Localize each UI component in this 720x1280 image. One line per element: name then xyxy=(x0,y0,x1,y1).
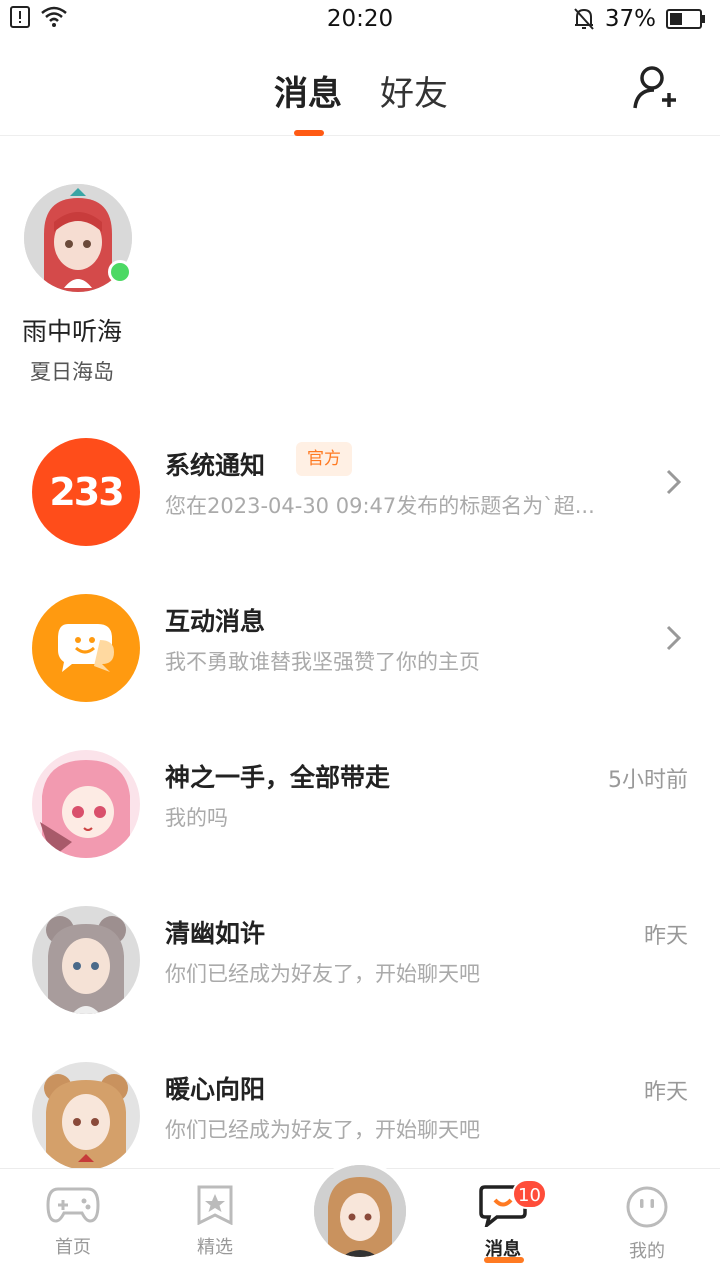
conversation-title: 神之一手，全部带走 xyxy=(165,763,391,792)
tab-friends[interactable]: 好友 xyxy=(380,66,448,115)
nav-home[interactable]: 首页 xyxy=(28,1185,118,1259)
conversation-title: 暖心向阳 xyxy=(165,1075,266,1104)
conversation-time: 昨天 xyxy=(643,924,688,949)
chevron-right-icon xyxy=(666,469,682,495)
chat-bubble-icon xyxy=(32,594,140,702)
nav-profile[interactable]: 我的 xyxy=(602,1185,692,1263)
status-right: 37% xyxy=(573,6,706,32)
battery-icon xyxy=(666,9,705,29)
face-icon xyxy=(626,1186,668,1228)
list-item-conversation[interactable]: 神之一手，全部带走 5小时前 我的吗 xyxy=(0,740,720,880)
tab-active-indicator xyxy=(294,130,324,136)
conversation-title: 互动消息 xyxy=(165,607,266,636)
conversation-time: 5小时前 xyxy=(608,768,688,793)
mute-icon xyxy=(574,8,594,30)
avatar xyxy=(32,1062,140,1170)
nav-profile-label: 我的 xyxy=(629,1241,665,1262)
conversation-title: 清幽如许 xyxy=(165,919,266,948)
nav-featured[interactable]: 精选 xyxy=(170,1185,260,1259)
conversation-preview: 你们已经成为好友了，开始聊天吧 xyxy=(165,962,480,986)
nav-home-label: 首页 xyxy=(55,1237,91,1258)
nav-center-avatar[interactable] xyxy=(310,1161,410,1261)
conversation-preview: 我不勇敢谁替我坚强赞了你的主页 xyxy=(165,650,480,674)
avatar-233-logo: 233 xyxy=(32,438,140,546)
conversation-title: 系统通知 xyxy=(165,451,266,480)
list-item-system-notice[interactable]: 233 系统通知 官方 您在2023-04-30 09:47发布的标题名为`超.… xyxy=(0,428,720,568)
header: 消息 好友 xyxy=(0,40,720,136)
tab-messages[interactable]: 消息 xyxy=(274,66,342,115)
nav-featured-label: 精选 xyxy=(197,1237,233,1258)
nav-active-indicator xyxy=(484,1257,524,1263)
official-badge: 官方 xyxy=(296,442,352,476)
conversation-preview: 我的吗 xyxy=(165,806,228,830)
list-item-conversation[interactable]: 清幽如许 昨天 你们已经成为好友了，开始聊天吧 xyxy=(0,896,720,1036)
conversation-preview: 你们已经成为好友了，开始聊天吧 xyxy=(165,1118,480,1142)
online-status-dot xyxy=(108,260,132,284)
star-card-icon xyxy=(197,1185,233,1226)
battery-percent: 37% xyxy=(604,6,656,32)
status-bar: 20:20 37% xyxy=(0,0,720,40)
conversation-preview: 您在2023-04-30 09:47发布的标题名为`超... xyxy=(165,494,595,518)
avatar xyxy=(32,906,140,1014)
avatar xyxy=(314,1165,406,1257)
online-friend-status: 夏日海岛 xyxy=(30,360,114,384)
chevron-right-icon xyxy=(666,625,682,651)
add-person-icon[interactable] xyxy=(632,64,680,112)
gamepad-icon xyxy=(46,1187,100,1223)
conversation-time: 昨天 xyxy=(643,1080,688,1105)
unread-badge: 10 xyxy=(512,1179,547,1209)
bottom-nav: 首页 精选 消息 10 我的 xyxy=(0,1161,720,1280)
online-friend-name: 雨中听海 xyxy=(22,317,123,346)
avatar xyxy=(32,750,140,858)
list-item-interaction[interactable]: 互动消息 我不勇敢谁替我坚强赞了你的主页 xyxy=(0,584,720,724)
